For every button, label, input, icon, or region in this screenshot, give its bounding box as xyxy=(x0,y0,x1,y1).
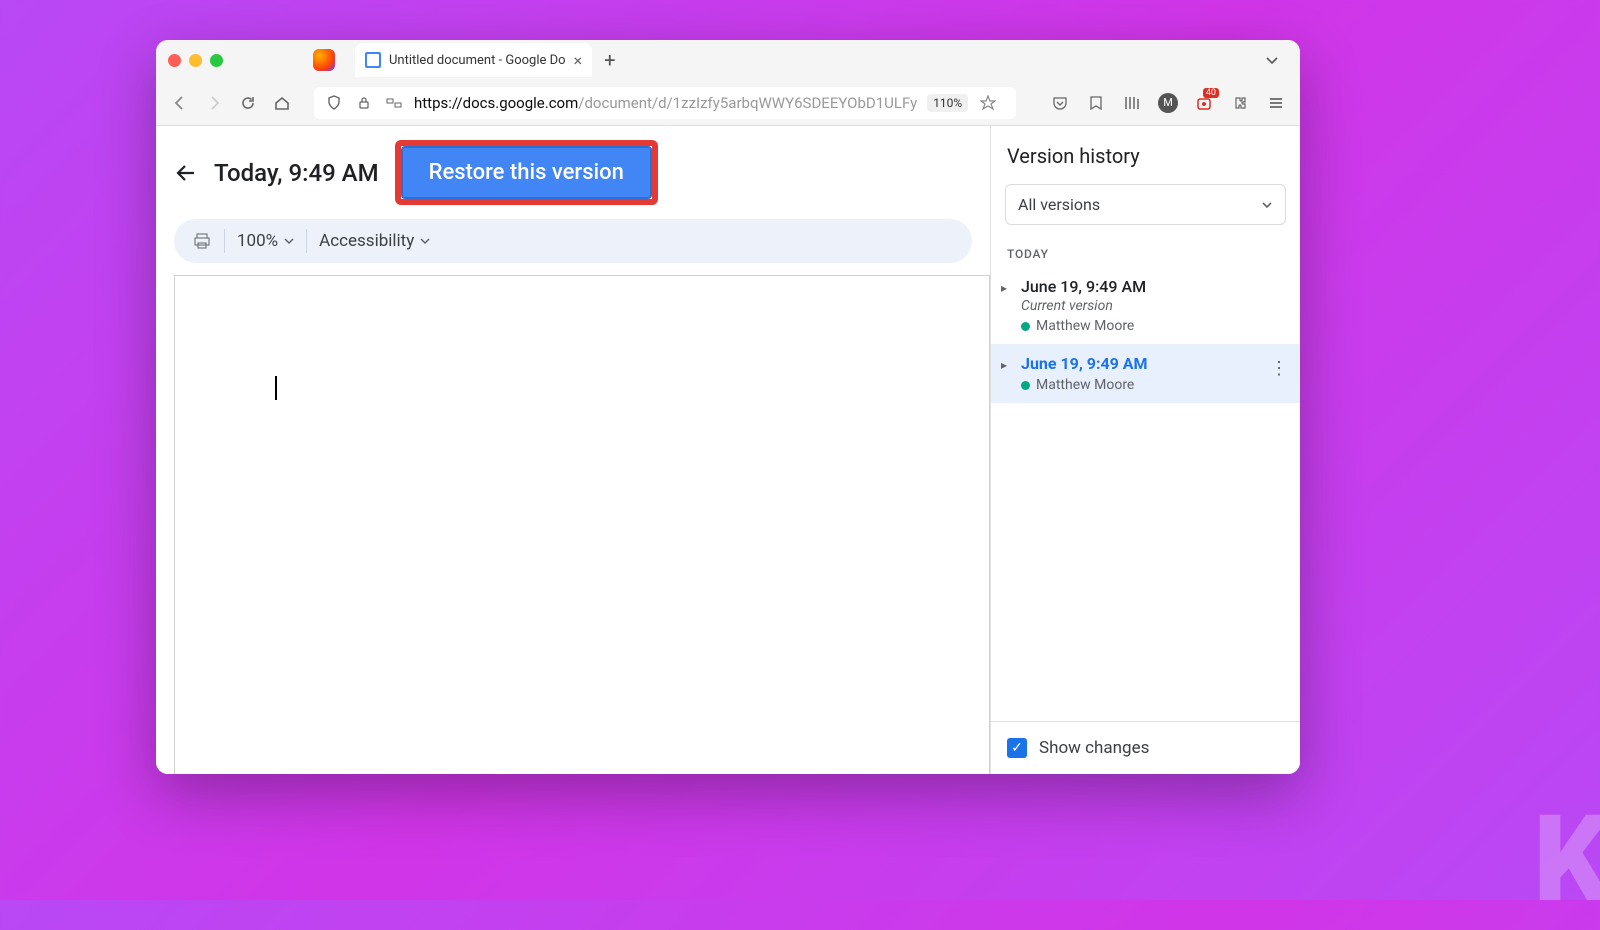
back-icon[interactable] xyxy=(170,93,190,113)
address-input[interactable]: https://docs.google.com/document/d/1zzIz… xyxy=(314,87,1016,119)
back-arrow-icon[interactable] xyxy=(174,161,198,185)
browser-tab[interactable]: Untitled document - Google Do × xyxy=(355,43,592,77)
lock-icon[interactable] xyxy=(354,93,374,113)
version-filter-dropdown[interactable]: All versions xyxy=(1005,184,1286,225)
toolbar-separator xyxy=(306,229,307,253)
tabs-overflow-icon[interactable] xyxy=(1264,52,1280,68)
reload-icon[interactable] xyxy=(238,93,258,113)
version-timestamp: Today, 9:49 AM xyxy=(214,159,379,187)
forward-icon[interactable] xyxy=(204,93,224,113)
traffic-lights xyxy=(168,54,223,67)
firefox-icon[interactable] xyxy=(313,49,335,71)
main-pane: Today, 9:49 AM Restore this version 100%… xyxy=(156,126,990,774)
library-icon[interactable] xyxy=(1122,93,1142,113)
maximize-window-icon[interactable] xyxy=(210,54,223,67)
zoom-level[interactable]: 110% xyxy=(927,94,968,112)
version-history-sidebar: Version history All versions TODAY ▸ Jun… xyxy=(990,126,1300,774)
toolbar-right: M 40 xyxy=(1050,93,1286,113)
hamburger-menu-icon[interactable] xyxy=(1266,93,1286,113)
url-text: https://docs.google.com/document/d/1zzIz… xyxy=(414,94,917,112)
version-item-selected[interactable]: ▸ June 19, 9:49 AM Matthew Moore ⋮ xyxy=(991,344,1300,403)
titlebar: Untitled document - Google Do × + xyxy=(156,40,1300,80)
version-author: Matthew Moore xyxy=(1021,377,1284,393)
text-cursor xyxy=(275,376,277,400)
home-icon[interactable] xyxy=(272,93,292,113)
version-time: June 19, 9:49 AM xyxy=(1021,354,1284,373)
tab-title: Untitled document - Google Do xyxy=(389,53,566,68)
expand-icon[interactable]: ▸ xyxy=(1001,281,1007,295)
restore-highlight: Restore this version xyxy=(395,140,658,205)
show-changes-checkbox[interactable]: ✓ xyxy=(1007,738,1027,758)
minimize-window-icon[interactable] xyxy=(189,54,202,67)
star-icon[interactable] xyxy=(978,93,998,113)
print-icon[interactable] xyxy=(192,231,212,251)
version-time: June 19, 9:49 AM xyxy=(1021,277,1284,296)
toolbar-separator xyxy=(224,229,225,253)
filter-label: All versions xyxy=(1018,195,1100,214)
version-header: Today, 9:49 AM Restore this version xyxy=(156,126,990,219)
accessibility-menu[interactable]: Accessibility xyxy=(319,231,430,251)
docs-favicon-icon xyxy=(365,52,381,68)
version-item-current[interactable]: ▸ June 19, 9:49 AM Current version Matth… xyxy=(991,267,1300,344)
version-subtitle: Current version xyxy=(1021,298,1284,314)
account-icon[interactable]: M xyxy=(1158,93,1178,113)
watermark: K xyxy=(1533,790,1600,930)
sidebar-footer: ✓ Show changes xyxy=(991,721,1300,774)
save-pocket-icon[interactable] xyxy=(1050,93,1070,113)
docs-toolbar: 100% Accessibility xyxy=(174,219,972,263)
document-page[interactable] xyxy=(174,275,990,774)
kebab-menu-icon[interactable]: ⋮ xyxy=(1270,358,1288,379)
url-bar: https://docs.google.com/document/d/1zzIz… xyxy=(156,80,1300,126)
shield-icon[interactable] xyxy=(324,93,344,113)
downloads-icon[interactable] xyxy=(1086,93,1106,113)
permissions-icon[interactable] xyxy=(384,93,404,113)
browser-window: Untitled document - Google Do × + https:… xyxy=(156,40,1300,774)
section-label: TODAY xyxy=(991,231,1300,267)
author-dot-icon xyxy=(1021,381,1030,390)
author-dot-icon xyxy=(1021,322,1030,331)
zoom-dropdown[interactable]: 100% xyxy=(237,231,294,251)
extensions-puzzle-icon[interactable] xyxy=(1230,93,1250,113)
sidebar-title: Version history xyxy=(991,126,1300,178)
chevron-down-icon xyxy=(1261,199,1273,211)
expand-icon[interactable]: ▸ xyxy=(1001,358,1007,372)
version-author: Matthew Moore xyxy=(1021,318,1284,334)
restore-version-button[interactable]: Restore this version xyxy=(401,146,652,199)
show-changes-label: Show changes xyxy=(1039,738,1149,758)
new-tab-button[interactable]: + xyxy=(604,48,615,72)
extension-icon[interactable]: 40 xyxy=(1194,93,1214,113)
tab-close-icon[interactable]: × xyxy=(574,51,583,70)
close-window-icon[interactable] xyxy=(168,54,181,67)
app-content: Today, 9:49 AM Restore this version 100%… xyxy=(156,126,1300,774)
